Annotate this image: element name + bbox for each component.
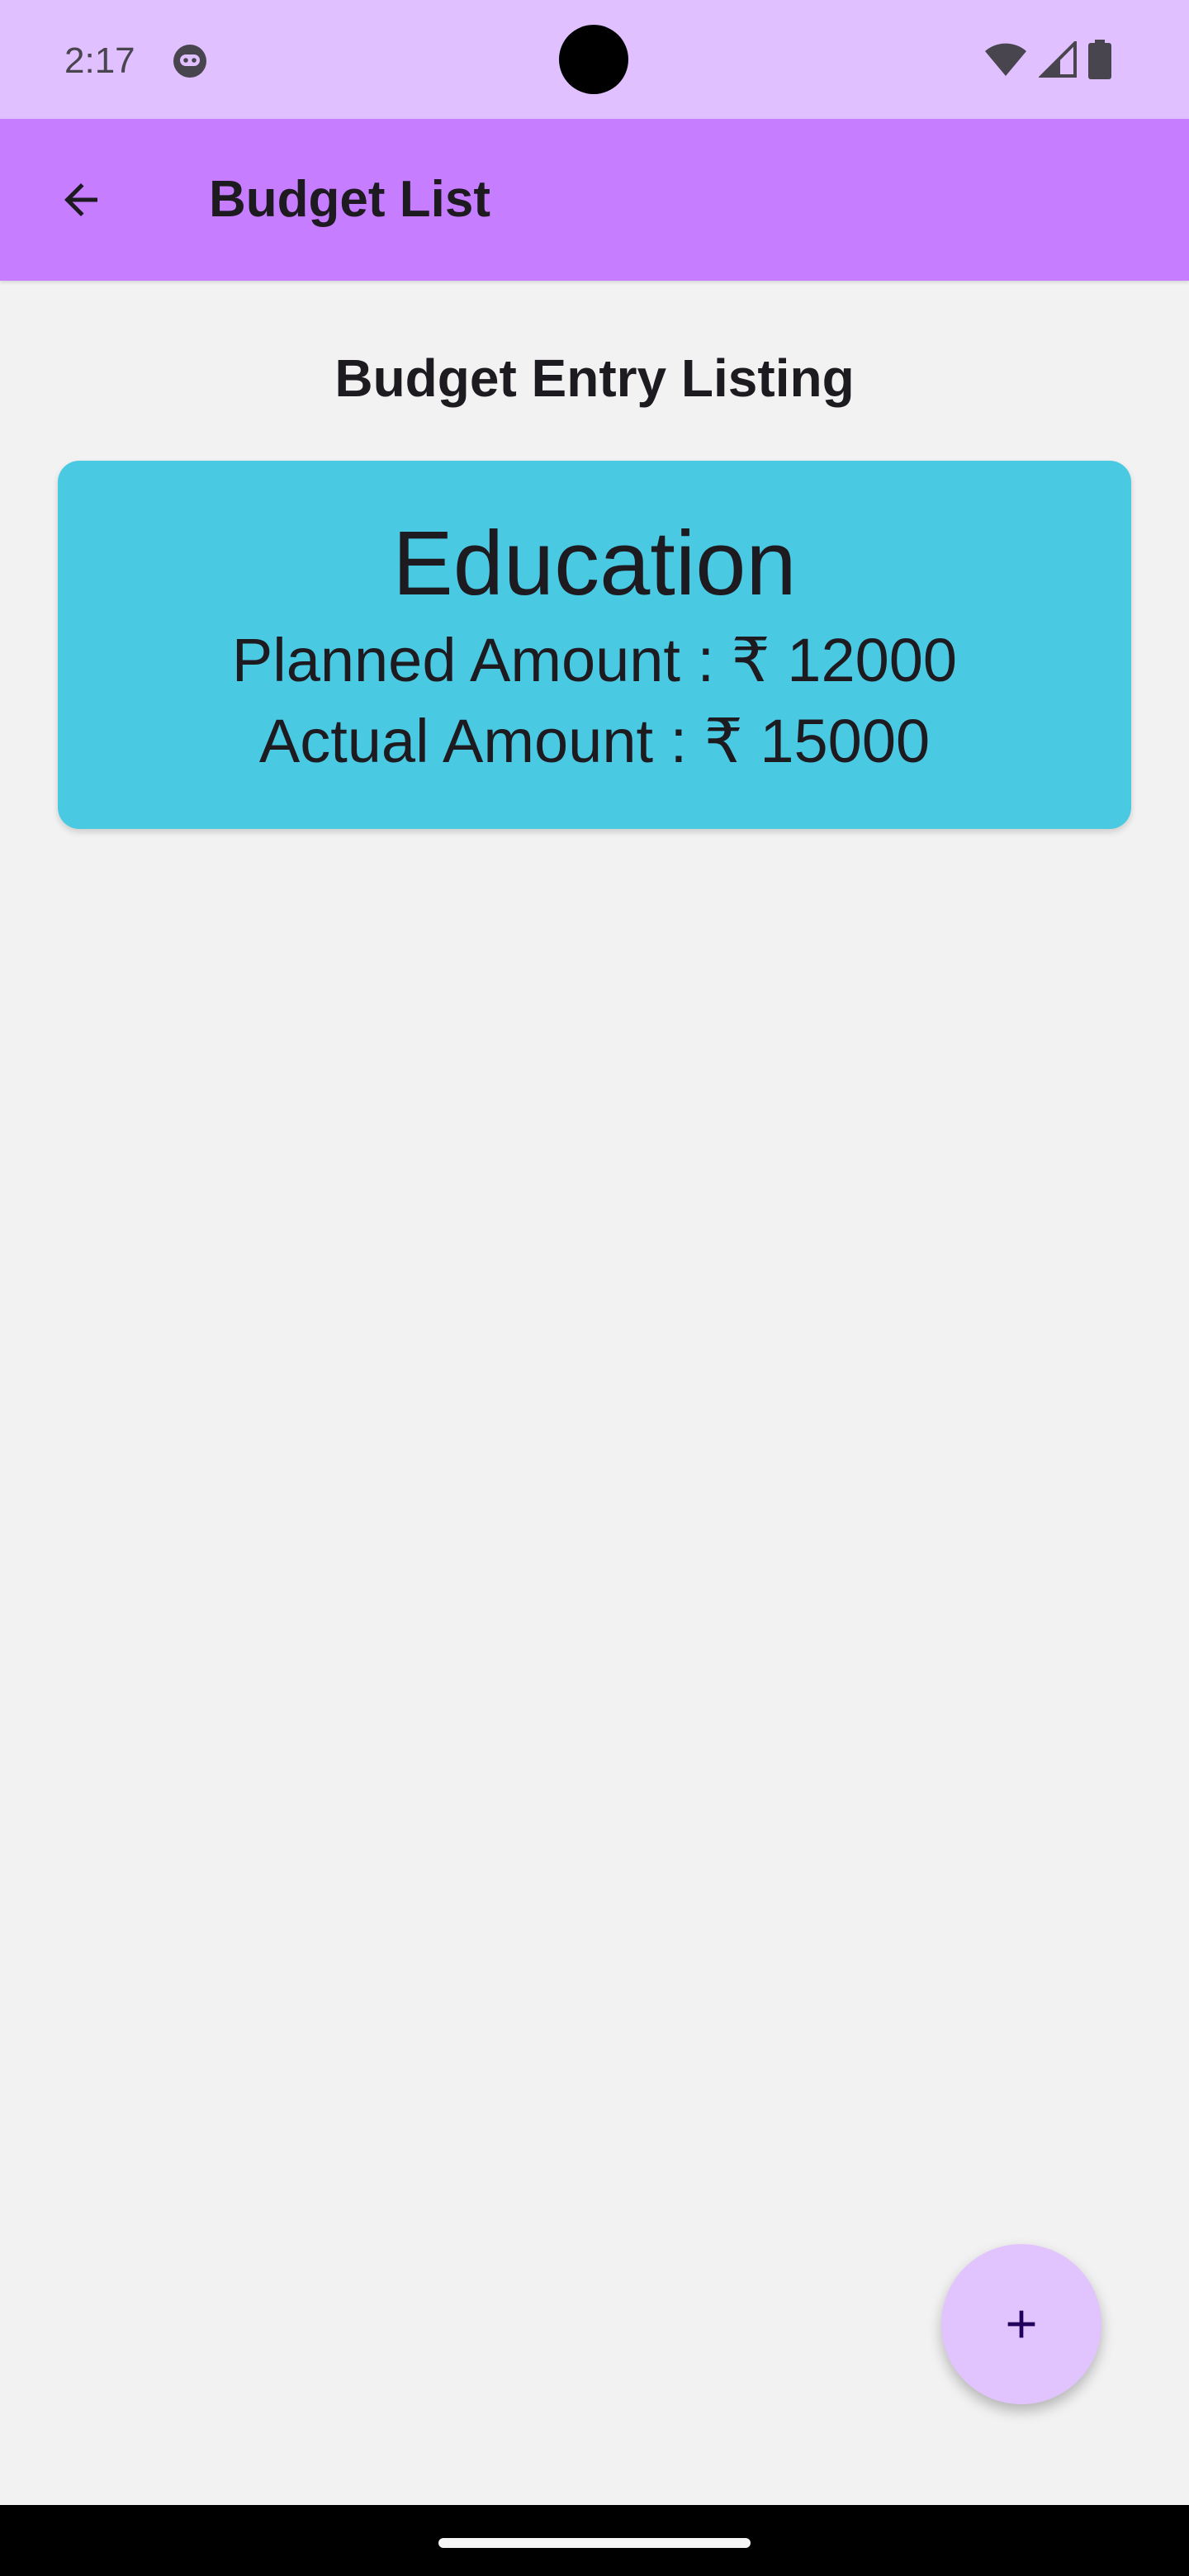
- add-icon: [1007, 2310, 1035, 2338]
- actual-amount: Actual Amount : ₹ 15000: [258, 707, 931, 775]
- system-navigation-bar: [0, 2505, 1189, 2576]
- battery-icon: [1088, 40, 1111, 79]
- add-entry-button[interactable]: [941, 2244, 1101, 2404]
- planned-amount: Planned Amount : ₹ 12000: [231, 626, 958, 694]
- status-icons: [984, 40, 1111, 79]
- home-indicator[interactable]: [438, 2538, 751, 2548]
- notification-face-icon: [173, 45, 206, 78]
- budget-entry-card[interactable]: Education Planned Amount : ₹ 12000 Actua…: [58, 461, 1131, 829]
- section-heading: Budget Entry Listing: [334, 348, 855, 408]
- wifi-icon: [985, 43, 1026, 76]
- cellular-signal-icon: [1039, 41, 1077, 78]
- arrow-back-icon: [64, 183, 97, 216]
- status-bar: 2:17: [0, 0, 1189, 119]
- budget-category: Education: [392, 513, 797, 614]
- page-title: Budget List: [209, 171, 490, 228]
- back-button[interactable]: [41, 160, 121, 239]
- camera-cutout: [559, 25, 628, 94]
- status-time: 2:17: [64, 40, 135, 81]
- top-app-bar: Budget List: [0, 119, 1189, 281]
